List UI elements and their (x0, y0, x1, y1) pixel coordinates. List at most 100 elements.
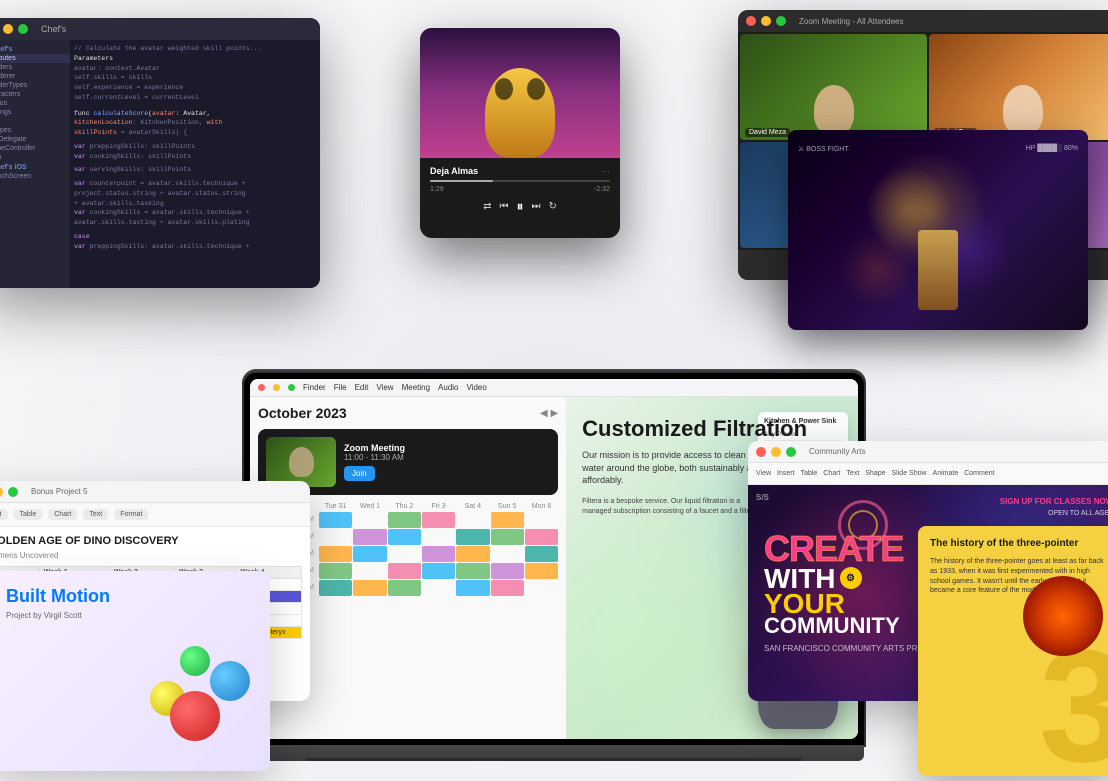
calendar-event[interactable] (319, 563, 352, 579)
day-header: Thu 2 (388, 503, 421, 510)
minimize-button[interactable] (771, 447, 781, 457)
menu-view[interactable]: View (376, 383, 393, 392)
fullscreen-button[interactable] (776, 16, 786, 26)
numbers-titlebar: Bonus Project 5 (0, 481, 310, 503)
calendar-event[interactable] (456, 546, 489, 562)
calendar-event[interactable] (525, 546, 558, 562)
classes-info: SIGN UP FOR CLASSES NOW! OPEN TO ALL AGE… (1000, 497, 1108, 517)
track-name: Deja Almas (430, 166, 478, 176)
fullscreen-button[interactable] (8, 487, 18, 497)
calendar-event[interactable] (491, 529, 524, 545)
zoom-titlebar: Zoom Meeting - All Attendees (738, 10, 1108, 32)
repeat-button[interactable]: ↻ (549, 201, 557, 212)
sidebar-item[interactable]: LaunchScreen (0, 172, 70, 181)
keynote-titlebar: Community Arts (748, 441, 1108, 463)
calendar-event[interactable] (353, 546, 386, 562)
sidebar-item[interactable]: ▾ Chef's iOS (0, 162, 70, 172)
calendar-nav[interactable]: ◀ ▶ (540, 408, 558, 419)
minimize-button[interactable] (3, 24, 13, 34)
sidebar-item[interactable]: Shaders (0, 63, 70, 72)
sidebar-item[interactable]: AppDelegate (0, 135, 70, 144)
calendar-event[interactable] (491, 563, 524, 579)
minimize-button[interactable] (273, 384, 280, 391)
xcode-editor[interactable]: // Calculate the avatar weighted skill p… (70, 40, 320, 288)
game-window: ⚔ BOSS FIGHT HP ████░ 80% (788, 130, 1088, 330)
motion-content: Built Motion Project by Virgil Scott (0, 571, 270, 771)
sidebar-item[interactable]: Settings (0, 108, 70, 117)
calendar-event[interactable] (353, 529, 386, 545)
calendar-event[interactable] (319, 580, 352, 596)
calendar-event[interactable] (388, 563, 421, 579)
calendar-event[interactable] (456, 563, 489, 579)
menu-finder[interactable]: Finder (303, 383, 326, 392)
sidebar-item[interactable]: Map (0, 117, 70, 126)
toolbar-animate[interactable]: Animate (933, 470, 959, 477)
sidebar-item[interactable]: ShaderTypes (0, 81, 70, 90)
music-artwork (420, 28, 620, 158)
day-header: Mon 6 (525, 503, 558, 510)
sidebar-item[interactable]: Characters (0, 90, 70, 99)
close-button[interactable] (258, 384, 265, 391)
calendar-event[interactable] (319, 512, 352, 528)
toolbar-slideshow[interactable]: Slide Show (892, 470, 927, 477)
next-button[interactable]: ⏭ (532, 201, 541, 212)
menu-edit[interactable]: Edit (355, 383, 369, 392)
sidebar-item[interactable]: Menus (0, 99, 70, 108)
calendar-event[interactable] (388, 512, 421, 528)
sidebar-item[interactable]: GameController (0, 144, 70, 153)
calendar-event[interactable] (525, 563, 558, 579)
sidebar-item[interactable]: Attributes (0, 54, 70, 63)
menu-audio[interactable]: Audio (438, 383, 458, 392)
close-button[interactable] (756, 447, 766, 457)
fullscreen-button[interactable] (786, 447, 796, 457)
minimize-button[interactable] (0, 487, 3, 497)
swirl-image (1023, 576, 1103, 656)
calendar-event[interactable] (422, 563, 455, 579)
toolbar-comment[interactable]: Comment (964, 470, 994, 477)
calendar-month: October 2023 (258, 405, 347, 421)
minimize-button[interactable] (761, 16, 771, 26)
insert-button[interactable]: Insert (0, 509, 8, 520)
open-to-text: OPEN TO ALL AGES! (1000, 510, 1108, 517)
fullscreen-button[interactable] (288, 384, 295, 391)
close-button[interactable] (746, 16, 756, 26)
shuffle-button[interactable]: ⇄ (483, 201, 491, 212)
toolbar-view[interactable]: View (756, 470, 771, 477)
fullscreen-button[interactable] (18, 24, 28, 34)
music-progress-bar[interactable] (430, 180, 610, 182)
calendar-event[interactable] (491, 580, 524, 596)
menu-file[interactable]: File (334, 383, 347, 392)
calendar-event[interactable] (491, 512, 524, 528)
format-button[interactable]: Format (114, 509, 148, 520)
day-header: Wed 1 (353, 503, 386, 510)
prev-button[interactable]: ⏮ (500, 201, 509, 212)
signup-text: SIGN UP FOR CLASSES NOW! (1000, 497, 1108, 506)
text-button[interactable]: Text (83, 509, 108, 520)
music-progress-fill (430, 180, 493, 182)
calendar-event[interactable] (456, 529, 489, 545)
toolbar-insert[interactable]: Insert (777, 470, 795, 477)
calendar-event[interactable] (353, 580, 386, 596)
sidebar-item[interactable]: Main (0, 153, 70, 162)
toy-sculpture (140, 641, 260, 761)
chart-button[interactable]: Chart (48, 509, 77, 520)
sidebar-item[interactable]: Renderer (0, 72, 70, 81)
calendar-event[interactable] (456, 580, 489, 596)
calendar-event[interactable] (388, 529, 421, 545)
join-meeting-button[interactable]: Join (344, 466, 375, 481)
calendar-event[interactable] (319, 546, 352, 562)
toolbar-text[interactable]: Text (846, 470, 859, 477)
toolbar-chart[interactable]: Chart (823, 470, 840, 477)
toolbar-shape[interactable]: Shape (865, 470, 885, 477)
calendar-event[interactable] (422, 546, 455, 562)
sidebar-item[interactable]: ▾ Chef's (0, 44, 70, 54)
menu-video[interactable]: Video (467, 383, 487, 392)
calendar-event[interactable] (388, 580, 421, 596)
sidebar-item[interactable]: Recipes (0, 126, 70, 135)
table-button[interactable]: Table (14, 509, 43, 520)
play-pause-button[interactable]: ⏸ (517, 198, 524, 215)
calendar-event[interactable] (525, 529, 558, 545)
menu-meeting[interactable]: Meeting (402, 383, 430, 392)
calendar-event[interactable] (422, 512, 455, 528)
toolbar-table[interactable]: Table (801, 470, 818, 477)
